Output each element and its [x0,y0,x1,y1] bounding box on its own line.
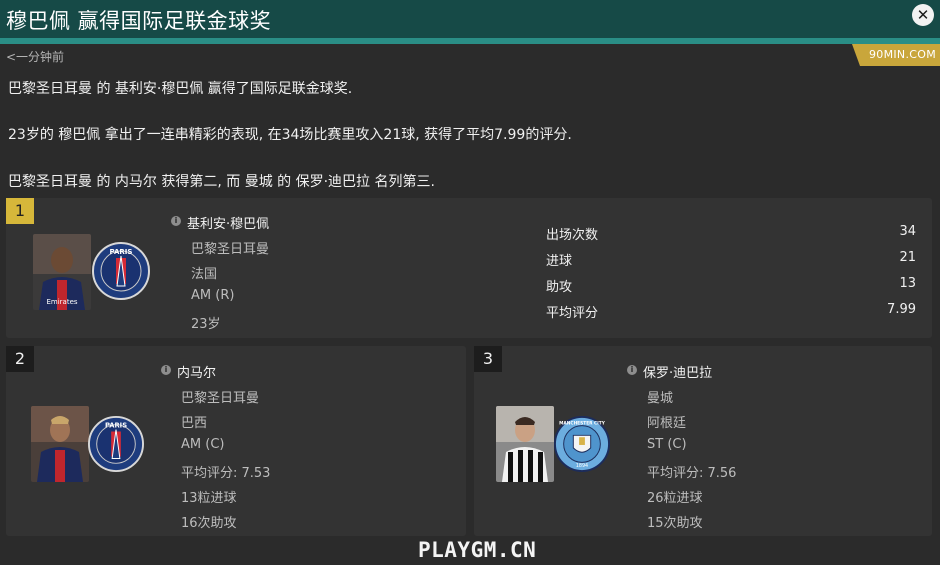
player-nation[interactable]: 巴西 [181,412,207,431]
player-assists: 15次助攻 [647,516,703,531]
club-crest-psg: PARIS [88,416,144,472]
player-goals: 13粒进球 [181,491,237,506]
player-name[interactable]: 保罗·迪巴拉 [643,362,712,381]
timestamp: <一分钟前 [6,50,65,64]
stat-value-appearances: 34 [899,224,916,239]
info-icon[interactable]: i [171,216,181,226]
player-position: AM (C) [181,437,225,452]
page-title: 穆巴佩 赢得国际足联金球奖 [6,9,272,33]
svg-text:Emirates: Emirates [46,298,77,306]
rank-badge: 2 [6,346,34,372]
player-photo [496,406,554,482]
stat-label-goals: 进球 [546,254,573,269]
stat-value-avg-rating: 7.99 [887,302,916,317]
crest-label: PARIS [110,248,133,256]
player-club[interactable]: 曼城 [647,387,673,406]
club-crest-man-city: MANCHESTER CITY 1894 [554,416,610,472]
player-goals: 26粒进球 [647,491,703,506]
source-badge[interactable]: 90MIN.COM [852,44,940,66]
winner-card: 1 Emirates PARIS i 基利安·穆巴佩 巴黎圣日耳曼 法国 AM … [6,198,932,338]
player-age: 23岁 [191,317,221,332]
club-crest-psg: PARIS [92,242,150,300]
player-name[interactable]: 基利安·穆巴佩 [187,213,269,232]
close-icon[interactable]: ✕ [912,4,934,26]
player-nation[interactable]: 法国 [191,263,217,282]
title-bar: 穆巴佩 赢得国际足联金球奖 ✕ [0,0,940,38]
player-photo: Emirates [33,234,91,310]
article-paragraph-3: 巴黎圣日耳曼 的 内马尔 获得第二, 而 曼城 的 保罗·迪巴拉 名列第三. [8,174,435,190]
second-place-card: 2 PARIS i 内马尔 巴黎圣日耳曼 巴西 AM (C) 平均评分: 7.5… [6,346,466,536]
player-position: AM (R) [191,288,235,303]
article-paragraph-2: 23岁的 穆巴佩 拿出了一连串精彩的表现, 在34场比赛里攻入21球, 获得了平… [8,127,572,143]
player-position: ST (C) [647,437,687,452]
info-icon[interactable]: i [161,365,171,375]
crest-label: PARIS [105,422,127,430]
accent-stripe [0,38,940,44]
article-paragraph-1: 巴黎圣日耳曼 的 基利安·穆巴佩 赢得了国际足联金球奖. [8,81,353,97]
stat-label-assists: 助攻 [546,280,573,295]
player-nation[interactable]: 阿根廷 [647,412,686,431]
stat-value-assists: 13 [899,276,916,291]
third-place-card: 3 MANCHESTER CITY 1894 i 保罗·迪巴拉 曼城 阿根廷 S… [474,346,932,536]
watermark: PLAYGM.CN [418,538,537,562]
stat-label-appearances: 出场次数 [546,228,599,243]
player-name[interactable]: 内马尔 [177,362,216,381]
player-assists: 16次助攻 [181,516,237,531]
stat-label-avg-rating: 平均评分 [546,306,599,321]
crest-label: MANCHESTER CITY [559,421,606,427]
rank-badge: 1 [6,198,34,224]
player-club[interactable]: 巴黎圣日耳曼 [181,387,259,406]
player-club[interactable]: 巴黎圣日耳曼 [191,238,269,257]
info-icon[interactable]: i [627,365,637,375]
stat-value-goals: 21 [899,250,916,265]
player-photo [31,406,89,482]
player-rating: 平均评分: 7.53 [181,466,271,481]
player-rating: 平均评分: 7.56 [647,466,737,481]
rank-badge: 3 [474,346,502,372]
crest-year: 1894 [576,463,588,469]
